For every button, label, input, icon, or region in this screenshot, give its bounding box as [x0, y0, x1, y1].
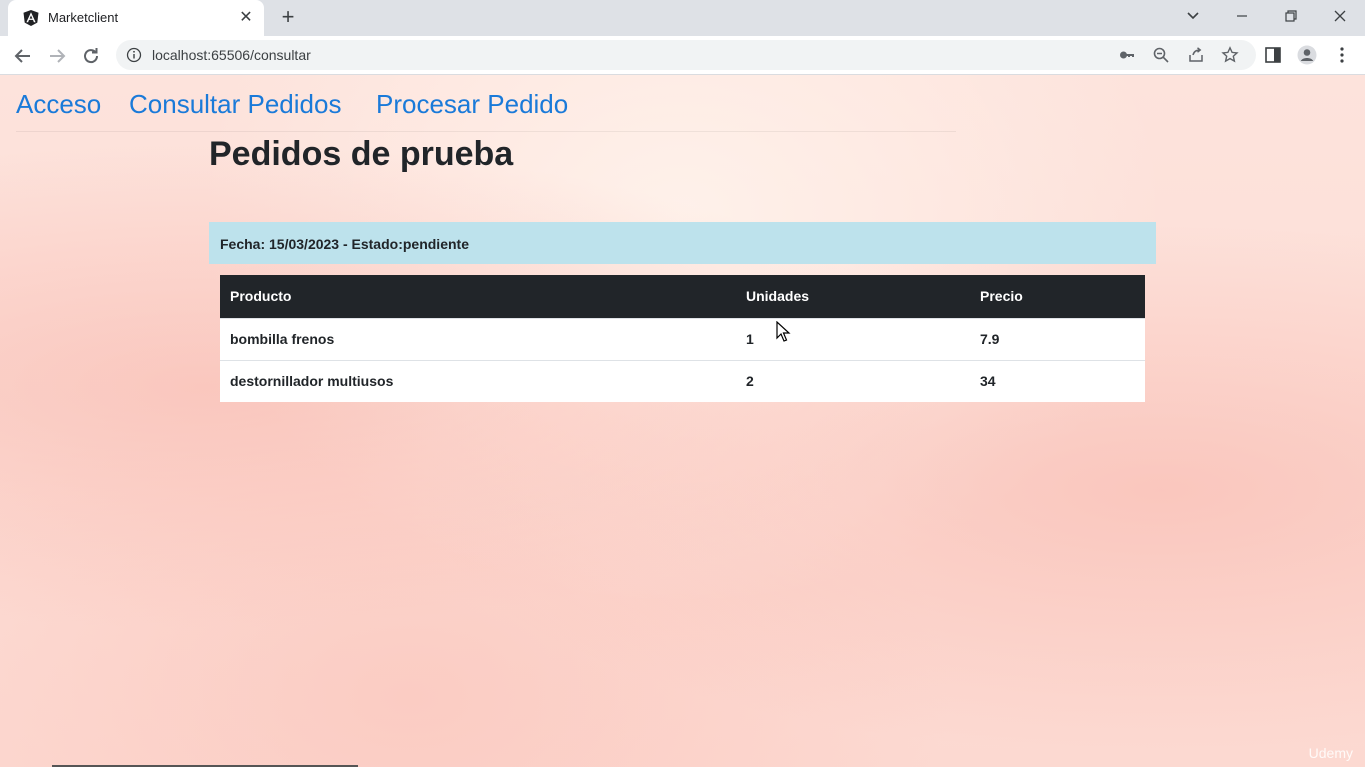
column-header-producto: Producto	[220, 275, 736, 318]
cell-producto: destornillador multiusos	[220, 359, 736, 402]
page-title: Pedidos de prueba	[209, 135, 514, 173]
table-row: destornillador multiusos 2 34	[220, 359, 1145, 402]
forward-arrow-icon[interactable]	[45, 44, 69, 68]
mouse-cursor-icon	[776, 320, 792, 343]
nav-divider	[16, 131, 956, 132]
minimize-icon[interactable]	[1228, 4, 1256, 28]
kebab-menu-icon[interactable]	[1332, 45, 1352, 65]
key-icon[interactable]	[1118, 46, 1136, 64]
udemy-watermark: Udemy	[1308, 745, 1353, 761]
cell-producto: bombilla frenos	[220, 317, 736, 360]
order-items-table: Producto Unidades Precio bombilla frenos…	[220, 275, 1145, 402]
order-header: Fecha: 15/03/2023 - Estado:pendiente	[209, 222, 1156, 264]
profile-icon[interactable]	[1297, 45, 1317, 65]
nav-link-procesar-pedido[interactable]: Procesar Pedido	[376, 89, 568, 120]
plus-icon[interactable]: +	[276, 6, 300, 30]
url-text: localhost:65506/consultar	[152, 47, 311, 63]
star-icon[interactable]	[1221, 46, 1239, 64]
angular-icon	[22, 9, 40, 27]
cell-unidades: 2	[736, 359, 970, 402]
nav-link-acceso[interactable]: Acceso	[16, 89, 101, 120]
close-icon[interactable]: ✕	[236, 8, 256, 28]
tab-title: Marketclient	[48, 10, 119, 25]
table-row: bombilla frenos 1 7.9	[220, 317, 1145, 360]
order-header-text: Fecha: 15/03/2023 - Estado:pendiente	[220, 236, 469, 252]
column-header-precio: Precio	[970, 275, 1145, 318]
side-panel-icon[interactable]	[1263, 45, 1283, 65]
reload-icon[interactable]	[79, 44, 103, 68]
chevron-down-icon[interactable]	[1179, 4, 1207, 28]
nav-link-consultar-pedidos[interactable]: Consultar Pedidos	[129, 89, 341, 120]
info-icon[interactable]	[126, 47, 142, 63]
zoom-out-icon[interactable]	[1152, 46, 1170, 64]
restore-icon[interactable]	[1277, 4, 1305, 28]
cell-precio: 7.9	[970, 317, 1145, 360]
browser-tabstrip: Marketclient ✕ +	[0, 0, 1365, 36]
back-arrow-icon[interactable]	[11, 44, 35, 68]
table-header-row: Producto Unidades Precio	[220, 275, 1145, 318]
browser-toolbar: localhost:65506/consultar	[0, 36, 1365, 75]
address-bar[interactable]: localhost:65506/consultar	[116, 40, 1256, 70]
cell-unidades: 1	[736, 317, 970, 360]
column-header-unidades: Unidades	[736, 275, 970, 318]
close-icon[interactable]	[1326, 4, 1354, 28]
page-content: Acceso Consultar Pedidos Procesar Pedido…	[0, 75, 1365, 767]
browser-tab-active[interactable]: Marketclient ✕	[8, 0, 264, 36]
cell-precio: 34	[970, 359, 1145, 402]
share-icon[interactable]	[1187, 46, 1205, 64]
